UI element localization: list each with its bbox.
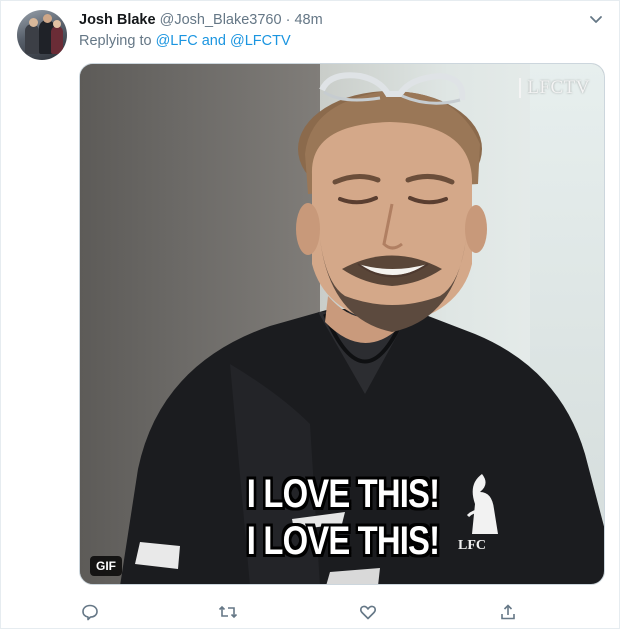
replying-label: Replying to [79,33,152,49]
display-name[interactable]: Josh Blake [79,12,156,28]
share-icon[interactable] [497,601,519,623]
gif-caption-line-1: I LOVE THIS! [246,472,440,516]
lfctv-logo: LFCTV [519,78,590,98]
tweet-actions [79,601,605,623]
tweet-header: Josh Blake @Josh_Blake3760 · 48m [79,10,323,30]
mention-and: and [201,33,226,49]
retweet-icon[interactable] [217,601,239,623]
mention-lfctv[interactable]: @LFCTV [230,33,291,49]
user-handle[interactable]: @Josh_Blake3760 [160,12,282,28]
mention-lfc[interactable]: @LFC [156,33,198,49]
separator: · [285,12,291,28]
timestamp[interactable]: 48m [294,12,322,28]
replying-to: Replying to @LFC and @LFCTV [79,31,291,51]
avatar[interactable] [17,10,67,60]
reply-icon[interactable] [79,601,101,623]
gif-media[interactable]: LFCTV LFC I LOVE THIS! I LOVE THIS! GIF [79,63,605,585]
heart-icon[interactable] [357,601,379,623]
chevron-down-icon[interactable] [587,10,605,28]
gif-caption-line-2: I LOVE THIS! [246,519,440,563]
gif-badge: GIF [90,556,122,576]
tweet-card: Josh Blake @Josh_Blake3760 · 48m Replyin… [0,0,620,629]
